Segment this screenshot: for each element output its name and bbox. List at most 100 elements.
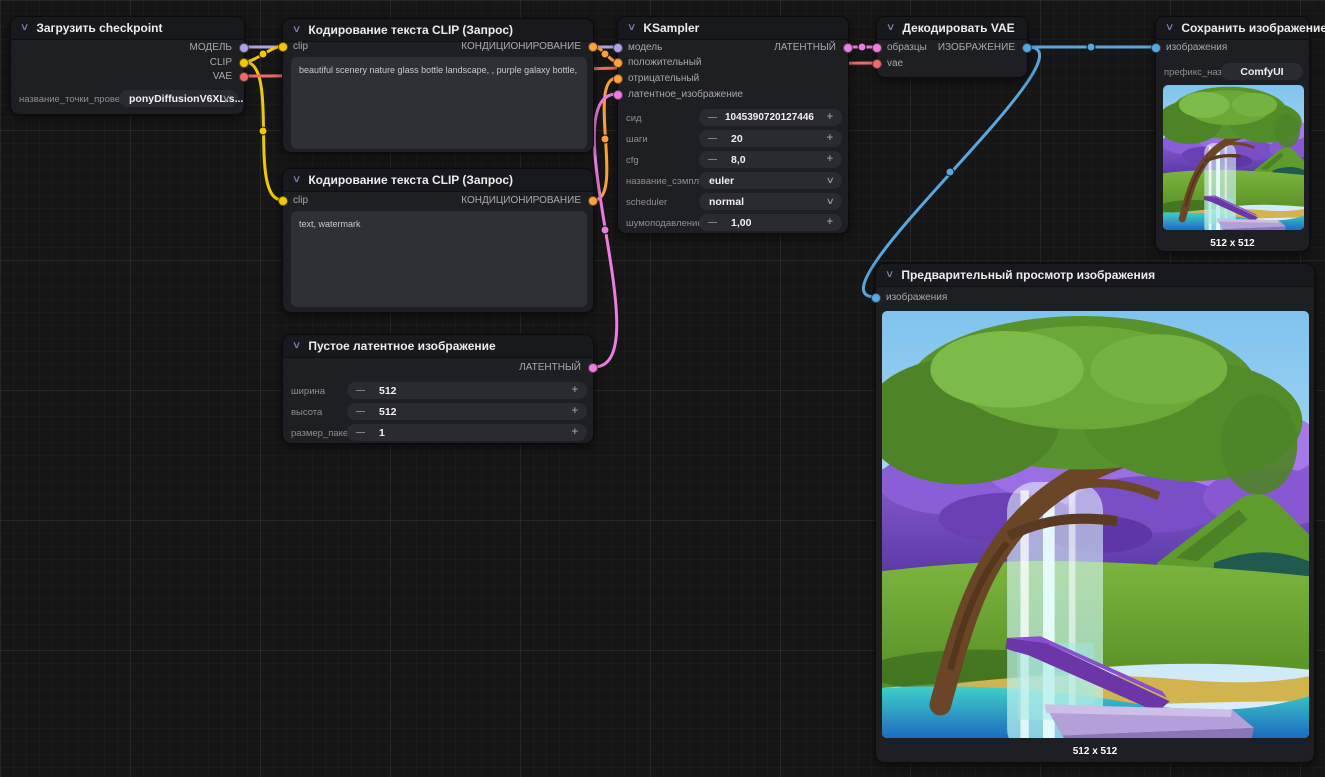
widget-label-seed: сид <box>626 113 642 124</box>
increment-icon[interactable]: + <box>827 216 833 228</box>
node-header[interactable]: ∨ Предварительный просмотр изображения <box>876 264 1314 287</box>
input-port-clip[interactable] <box>278 196 288 206</box>
collapse-icon[interactable]: ∨ <box>885 270 895 280</box>
increment-icon[interactable]: + <box>827 153 833 165</box>
input-port-samples[interactable] <box>872 43 882 53</box>
node-load-checkpoint: ∨ Загрузить checkpoint МОДЕЛЬ CLIP VAE н… <box>10 16 249 115</box>
increment-icon[interactable]: + <box>572 384 578 396</box>
chevron-down-icon[interactable]: ∨ <box>826 175 835 186</box>
input-port-images[interactable] <box>871 293 881 303</box>
cfg-value: 8,0 <box>731 154 746 166</box>
node-header[interactable]: ∨ Декодировать VAE <box>877 17 1027 40</box>
link-dot <box>945 167 955 177</box>
input-port-positive[interactable] <box>613 58 623 68</box>
input-port-negative[interactable] <box>613 74 623 84</box>
widget-label-filename-prefix: префикс_наз... <box>1164 67 1230 78</box>
input-label-samples: образцы <box>887 42 927 53</box>
node-header[interactable]: ∨ Кодирование текста CLIP (Запрос) <box>283 169 593 192</box>
node-header[interactable]: ∨ KSampler <box>618 17 848 40</box>
filename-prefix-field[interactable]: ComfyUI <box>1221 63 1303 80</box>
collapse-icon[interactable]: ∨ <box>292 175 302 185</box>
node-graph-canvas[interactable]: ∨ Загрузить checkpoint МОДЕЛЬ CLIP VAE н… <box>0 0 1325 777</box>
node-title: Пустое латентное изображение <box>308 339 496 353</box>
decrement-icon[interactable]: — <box>708 217 717 227</box>
output-port-conditioning[interactable] <box>588 196 598 206</box>
decrement-icon[interactable]: — <box>708 133 717 143</box>
node-title: KSampler <box>643 21 700 35</box>
collapse-icon[interactable]: ∨ <box>627 23 637 33</box>
decrement-icon[interactable]: — <box>356 385 365 395</box>
output-port-latent[interactable] <box>588 363 598 373</box>
output-label-conditioning: КОНДИЦИОНИРОВАНИЕ <box>461 195 581 206</box>
positive-prompt-textarea[interactable]: beautiful scenery nature glass bottle la… <box>291 57 587 149</box>
output-port-model[interactable] <box>239 43 249 53</box>
widget-label-ckpt-name: название_точки_проверки <box>19 94 135 105</box>
collapse-icon[interactable]: ∨ <box>292 341 302 351</box>
steps-stepper[interactable]: — 20 + <box>699 130 842 147</box>
input-port-vae[interactable] <box>872 59 882 69</box>
node-header[interactable]: ∨ Кодирование текста CLIP (Запрос) <box>283 19 593 42</box>
collapse-icon[interactable]: ∨ <box>886 23 896 33</box>
filename-prefix-value: ComfyUI <box>1240 66 1284 78</box>
steps-value: 20 <box>731 133 743 145</box>
input-port-clip[interactable] <box>278 42 288 52</box>
widget-label-scheduler: scheduler <box>626 197 668 208</box>
denoise-value: 1,00 <box>731 217 752 229</box>
node-title: Кодирование текста CLIP (Запрос) <box>308 23 514 37</box>
link-dot <box>600 225 610 235</box>
chevron-down-icon[interactable]: ∨ <box>826 196 835 207</box>
chevron-down-icon[interactable]: ∨ <box>222 93 231 104</box>
output-port-vae[interactable] <box>239 72 249 82</box>
output-port-clip[interactable] <box>239 58 249 68</box>
output-port-latent[interactable] <box>843 43 853 53</box>
input-label-images: изображения <box>1166 42 1228 53</box>
node-vae-decode: ∨ Декодировать VAE образцы vae ИЗОБРАЖЕН… <box>872 16 1032 78</box>
node-preview-image: ∨ Предварительный просмотр изображения и… <box>871 263 1315 763</box>
link-dot <box>600 49 610 59</box>
increment-icon[interactable]: + <box>827 132 833 144</box>
batch-size-stepper[interactable]: — 1 + <box>347 424 587 441</box>
output-port-conditioning[interactable] <box>588 42 598 52</box>
node-header[interactable]: ∨ Загрузить checkpoint <box>11 17 244 40</box>
input-label-positive: положительный <box>628 57 702 68</box>
decrement-icon[interactable]: — <box>356 406 365 416</box>
node-clip-encode-positive: ∨ Кодирование текста CLIP (Запрос) clip … <box>278 18 598 153</box>
input-port-latent-image[interactable] <box>613 90 623 100</box>
negative-prompt-textarea[interactable]: text, watermark <box>291 211 587 307</box>
increment-icon[interactable]: + <box>572 426 578 438</box>
collapse-icon[interactable]: ∨ <box>1165 23 1175 33</box>
height-stepper[interactable]: — 512 + <box>347 403 587 420</box>
node-title: Сохранить изображение <box>1181 21 1325 35</box>
output-label-latent: ЛАТЕНТНЫЙ <box>519 362 581 373</box>
widget-label-steps: шаги <box>626 134 648 145</box>
input-port-model[interactable] <box>613 43 623 53</box>
denoise-stepper[interactable]: — 1,00 + <box>699 214 842 231</box>
input-label-vae: vae <box>887 58 904 69</box>
decrement-icon[interactable]: — <box>356 427 365 437</box>
node-title: Кодирование текста CLIP (Запрос) <box>308 173 514 187</box>
input-port-images[interactable] <box>1151 43 1161 53</box>
sampler-name-combo[interactable]: euler ∨ <box>699 172 842 189</box>
widget-label-denoise: шумоподавление <box>626 218 703 229</box>
increment-icon[interactable]: + <box>572 405 578 417</box>
collapse-icon[interactable]: ∨ <box>292 25 302 35</box>
image-size-caption: 512 x 512 <box>1072 746 1118 757</box>
link-dot <box>258 126 268 136</box>
node-header[interactable]: ∨ Пустое латентное изображение <box>283 335 593 358</box>
seed-value: 1045390720127446 <box>725 112 814 123</box>
scheduler-combo[interactable]: normal ∨ <box>699 193 842 210</box>
collapse-icon[interactable]: ∨ <box>20 23 30 33</box>
increment-icon[interactable]: + <box>827 111 833 123</box>
ckpt-name-combo[interactable]: ponyDiffusionV6XL.s... ∨ <box>119 90 243 107</box>
node-header[interactable]: ∨ Сохранить изображение <box>1156 17 1325 40</box>
cfg-stepper[interactable]: — 8,0 + <box>699 151 842 168</box>
width-value: 512 <box>379 385 397 397</box>
width-stepper[interactable]: — 512 + <box>347 382 587 399</box>
seed-stepper[interactable]: — 1045390720127446 + <box>699 109 842 126</box>
input-label-clip: clip <box>293 195 309 206</box>
decrement-icon[interactable]: — <box>708 112 717 122</box>
decrement-icon[interactable]: — <box>708 154 717 164</box>
input-label-clip: clip <box>293 41 309 52</box>
output-label-latent: ЛАТЕНТНЫЙ <box>774 42 836 53</box>
output-port-image[interactable] <box>1022 43 1032 53</box>
